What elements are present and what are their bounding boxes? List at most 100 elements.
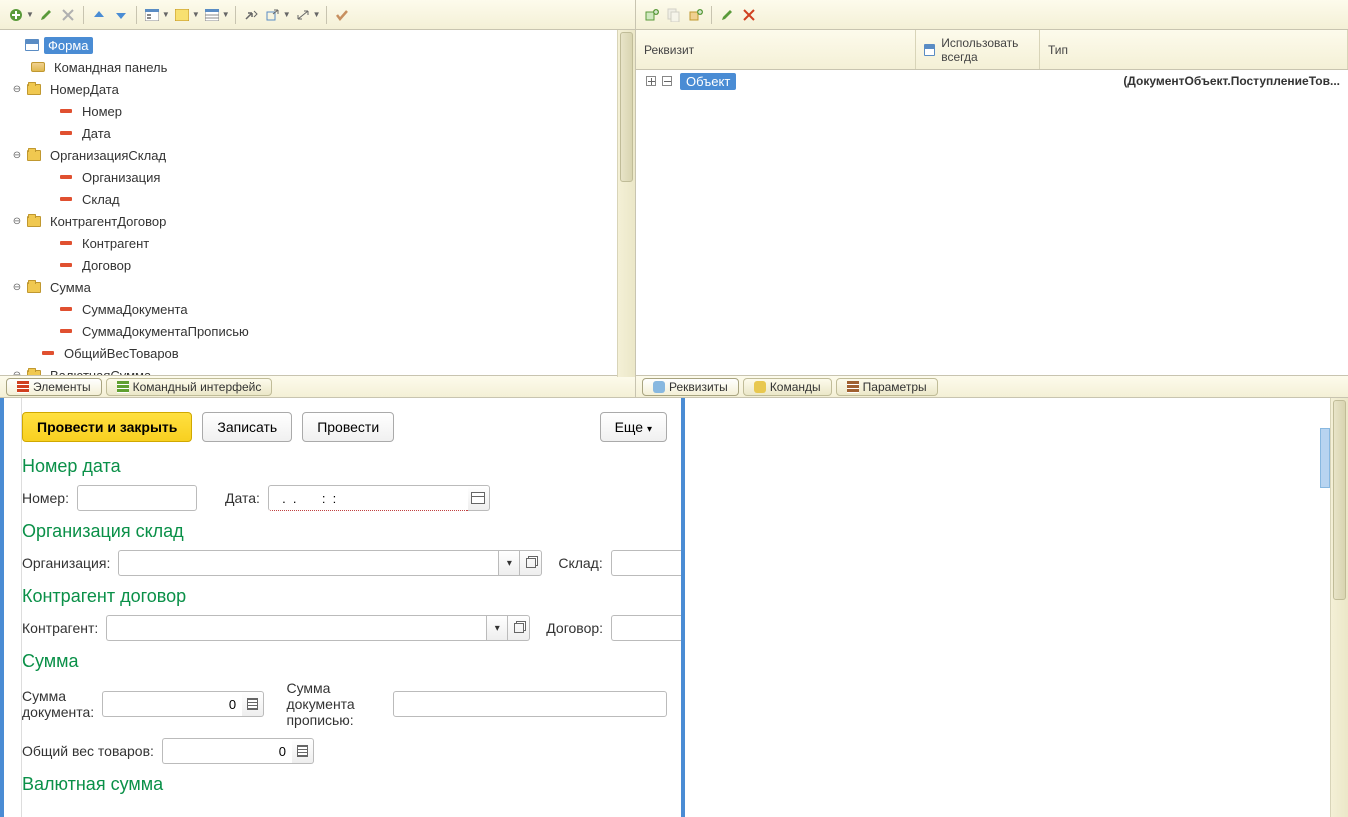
delete-button[interactable] bbox=[58, 5, 78, 25]
box-arrow-dropdown-icon[interactable]: ▼ bbox=[283, 10, 291, 19]
tree-item-data[interactable]: Дата bbox=[0, 122, 635, 144]
tree-cmd-panel[interactable]: Командная панель bbox=[0, 56, 635, 78]
post-and-close-button[interactable]: Провести и закрыть bbox=[22, 412, 192, 442]
tree-group-orgsklad[interactable]: ⊖ ОрганизацияСклад bbox=[0, 144, 635, 166]
more-button[interactable]: Еще ▾ bbox=[600, 412, 667, 442]
tree-group-kontragent[interactable]: ⊖ КонтрагентДоговор bbox=[0, 210, 635, 232]
link-arrow-button[interactable] bbox=[241, 5, 261, 25]
attr-table-body[interactable]: Объект (ДокументОбъект.ПоступлениеТов... bbox=[636, 70, 1348, 375]
tree-item-org[interactable]: Организация bbox=[0, 166, 635, 188]
folder-icon bbox=[27, 150, 41, 161]
label-number: Номер: bbox=[22, 490, 69, 506]
move-down-button[interactable] bbox=[111, 5, 131, 25]
tree-item-kontragent[interactable]: Контрагент bbox=[0, 232, 635, 254]
right-bottom-tabs: Реквизиты Команды Параметры bbox=[636, 375, 1348, 397]
panel-button[interactable] bbox=[172, 5, 192, 25]
collapse-icon[interactable]: ⊖ bbox=[10, 148, 24, 162]
weight-calc-button[interactable] bbox=[292, 738, 314, 764]
list-button[interactable] bbox=[202, 5, 222, 25]
sklad-input[interactable] bbox=[611, 550, 681, 576]
folder-icon bbox=[27, 84, 41, 95]
section-number-date: Номер дата bbox=[22, 456, 667, 477]
expand-icon[interactable] bbox=[644, 74, 658, 88]
list-dropdown-icon[interactable]: ▼ bbox=[222, 10, 230, 19]
post-button[interactable]: Провести bbox=[302, 412, 394, 442]
left-bottom-tabs: Элементы Командный интерфейс bbox=[0, 375, 635, 397]
right-toolbar bbox=[636, 0, 1348, 30]
summa-prop-input[interactable] bbox=[393, 691, 667, 717]
tree-item-weight[interactable]: ОбщийВесТоваров bbox=[0, 342, 635, 364]
tab-elements[interactable]: Элементы bbox=[6, 378, 102, 396]
add-dropdown-icon[interactable]: ▼ bbox=[26, 10, 34, 19]
tree-scrollbar[interactable] bbox=[617, 30, 635, 377]
kontragent-dropdown-button[interactable]: ▾ bbox=[486, 615, 508, 641]
calendar-button[interactable] bbox=[468, 485, 490, 511]
tree-item-summa-prop[interactable]: СуммаДокументаПрописью bbox=[0, 320, 635, 342]
col-type[interactable]: Тип bbox=[1040, 30, 1348, 69]
tree-item-nomer[interactable]: Номер bbox=[0, 100, 635, 122]
apply-button[interactable] bbox=[332, 5, 352, 25]
collapse-icon[interactable]: ⊖ bbox=[10, 280, 24, 294]
label-date: Дата: bbox=[225, 490, 260, 506]
attr-add-group-button[interactable] bbox=[686, 5, 706, 25]
scroll-thumb[interactable] bbox=[620, 32, 633, 182]
summa-input[interactable] bbox=[102, 691, 242, 717]
form-preview: Провести и закрыть Записать Провести Еще… bbox=[22, 398, 681, 817]
collapse-icon[interactable]: ⊖ bbox=[10, 214, 24, 228]
org-open-button[interactable] bbox=[520, 550, 542, 576]
tree-root-form[interactable]: Форма bbox=[0, 34, 635, 56]
weight-input[interactable] bbox=[162, 738, 292, 764]
tab-parameters[interactable]: Параметры bbox=[836, 378, 938, 396]
box-arrow-button[interactable] bbox=[263, 5, 283, 25]
panel-dropdown-icon[interactable]: ▼ bbox=[192, 10, 200, 19]
date-input[interactable] bbox=[268, 485, 468, 511]
layout-dropdown-icon[interactable]: ▼ bbox=[162, 10, 170, 19]
attr-copy-button[interactable] bbox=[664, 5, 684, 25]
expand-dropdown-icon[interactable]: ▼ bbox=[313, 10, 321, 19]
collapse-icon[interactable]: ⊖ bbox=[10, 368, 24, 375]
form-tree[interactable]: Форма Командная панель ⊖ НомерДата Номер… bbox=[0, 30, 635, 375]
attr-row-object[interactable]: Объект (ДокументОбъект.ПоступлениеТов... bbox=[636, 70, 1348, 92]
collapse-icon[interactable]: ⊖ bbox=[10, 82, 24, 96]
layout-button[interactable] bbox=[142, 5, 162, 25]
tree-item-summa-dok[interactable]: СуммаДокумента bbox=[0, 298, 635, 320]
col-use-always[interactable]: Использовать всегда bbox=[916, 30, 1040, 69]
tree-group-nomerdata[interactable]: ⊖ НомерДата bbox=[0, 78, 635, 100]
preview-scrollbar[interactable] bbox=[1330, 398, 1348, 817]
col-attribute[interactable]: Реквизит bbox=[636, 30, 916, 69]
edit-button[interactable] bbox=[36, 5, 56, 25]
tree-item-dogovor[interactable]: Договор bbox=[0, 254, 635, 276]
attr-edit-button[interactable] bbox=[717, 5, 737, 25]
tab-commands[interactable]: Команды bbox=[743, 378, 832, 396]
section-summa: Сумма bbox=[22, 651, 667, 672]
expand-button[interactable] bbox=[293, 5, 313, 25]
summa-calc-button[interactable] bbox=[242, 691, 264, 717]
command-panel-icon bbox=[31, 62, 45, 72]
add-button[interactable] bbox=[6, 5, 26, 25]
attr-delete-button[interactable] bbox=[739, 5, 759, 25]
field-icon bbox=[60, 241, 72, 245]
folder-icon bbox=[27, 370, 41, 376]
tab-cmd-interface[interactable]: Командный интерфейс bbox=[106, 378, 273, 396]
number-input[interactable] bbox=[77, 485, 197, 511]
field-icon bbox=[60, 109, 72, 113]
label-weight: Общий вес товаров: bbox=[22, 743, 154, 759]
attr-add-button[interactable] bbox=[642, 5, 662, 25]
label-kontragent: Контрагент: bbox=[22, 620, 98, 636]
field-icon bbox=[42, 351, 54, 355]
scroll-thumb[interactable] bbox=[1333, 400, 1346, 600]
write-button[interactable]: Записать bbox=[202, 412, 292, 442]
kontragent-input[interactable] bbox=[106, 615, 486, 641]
label-dogovor: Договор: bbox=[546, 620, 603, 636]
move-up-button[interactable] bbox=[89, 5, 109, 25]
elements-icon bbox=[17, 381, 29, 393]
tree-group-currency[interactable]: ⊖ ВалютнаяСумма bbox=[0, 364, 635, 375]
tree-item-sklad[interactable]: Склад bbox=[0, 188, 635, 210]
dogovor-input[interactable] bbox=[611, 615, 681, 641]
tab-attributes[interactable]: Реквизиты bbox=[642, 378, 739, 396]
collapse-icon[interactable] bbox=[660, 74, 674, 88]
org-dropdown-button[interactable]: ▾ bbox=[498, 550, 520, 576]
tree-group-summa[interactable]: ⊖ Сумма bbox=[0, 276, 635, 298]
kontragent-open-button[interactable] bbox=[508, 615, 530, 641]
org-input[interactable] bbox=[118, 550, 498, 576]
